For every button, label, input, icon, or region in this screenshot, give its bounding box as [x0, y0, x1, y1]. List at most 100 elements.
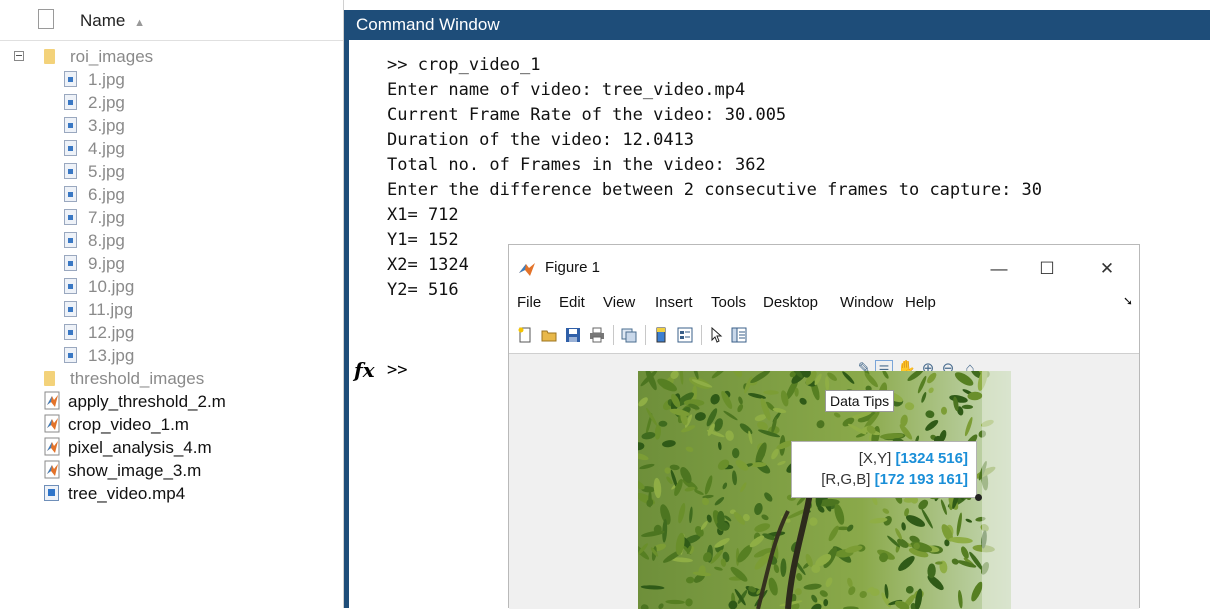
figure-window: Figure 1 — ☐ ✕ File Edit View Insert Too… [508, 244, 1140, 609]
file-row[interactable]: 12.jpg [0, 321, 343, 344]
file-row[interactable]: 2.jpg [0, 91, 343, 114]
image-file-icon [64, 209, 77, 225]
file-name: 2.jpg [88, 93, 125, 112]
menu-window[interactable]: Window [840, 294, 893, 311]
save-icon[interactable] [565, 327, 581, 343]
file-name: show_image_3.m [68, 461, 202, 480]
image-file-icon [64, 163, 77, 179]
file-row[interactable]: 7.jpg [0, 206, 343, 229]
file-name: 8.jpg [88, 231, 125, 250]
folder-row[interactable]: threshold_images [0, 367, 343, 390]
figure-toolbar [509, 317, 1139, 354]
folder-row[interactable]: roi_images [0, 45, 343, 68]
file-name: 7.jpg [88, 208, 125, 227]
figure-menubar: File Edit View Insert Tools Desktop Wind… [509, 291, 1139, 317]
file-row[interactable]: 10.jpg [0, 275, 343, 298]
pointer-icon[interactable] [709, 327, 725, 343]
command-output-line: Duration of the video: 12.0413 [387, 130, 695, 150]
file-row[interactable]: 6.jpg [0, 183, 343, 206]
figure-title: Figure 1 [545, 259, 601, 276]
menu-insert[interactable]: Insert [655, 294, 693, 311]
maximize-button[interactable]: ☐ [1027, 257, 1067, 281]
property-inspector-icon[interactable] [731, 327, 747, 343]
menu-file[interactable]: File [517, 294, 541, 311]
command-window-title[interactable]: Command Window [344, 10, 1210, 40]
datatip-marker[interactable] [975, 494, 982, 501]
file-name: 9.jpg [88, 254, 125, 273]
legend-icon[interactable] [677, 327, 693, 343]
datatip-rgb-value: [172 193 161] [874, 471, 968, 488]
image-file-icon [64, 255, 77, 271]
file-row[interactable]: 9.jpg [0, 252, 343, 275]
file-row[interactable]: pixel_analysis_4.m [0, 436, 343, 459]
folder-icon [44, 371, 55, 386]
datatip-box[interactable]: [X,Y] [1324 516] [R,G,B] [172 193 161] [791, 441, 977, 498]
datatip-rgb-row: [R,G,B] [172 193 161] [821, 471, 968, 488]
name-column-label: Name [80, 11, 126, 30]
file-row[interactable]: 1.jpg [0, 68, 343, 91]
file-name: apply_threshold_2.m [68, 392, 226, 411]
menu-help[interactable]: Help [905, 294, 936, 311]
file-name: 1.jpg [88, 70, 125, 89]
file-row[interactable]: 3.jpg [0, 114, 343, 137]
file-name: threshold_images [70, 369, 205, 388]
command-output-line: Enter name of video: tree_video.mp4 [387, 80, 746, 100]
file-row[interactable]: 8.jpg [0, 229, 343, 252]
file-name: 12.jpg [88, 323, 135, 342]
function-browser-icon[interactable]: fx [354, 358, 375, 382]
file-row[interactable]: 4.jpg [0, 137, 343, 160]
menu-tools[interactable]: Tools [711, 294, 746, 311]
image-file-icon [64, 186, 77, 202]
close-button[interactable]: ✕ [1087, 257, 1127, 281]
data-tips-tooltip: Data Tips [825, 390, 895, 412]
file-name: 3.jpg [88, 116, 125, 135]
command-output-line: >> crop_video_1 [387, 55, 541, 75]
file-row[interactable]: 11.jpg [0, 298, 343, 321]
command-window-edge [344, 40, 349, 608]
toolbar-separator [645, 325, 646, 345]
file-row[interactable]: 5.jpg [0, 160, 343, 183]
figure-titlebar[interactable]: Figure 1 — ☐ ✕ [509, 245, 1139, 291]
image-file-icon [64, 301, 77, 317]
toolbar-separator [701, 325, 702, 345]
folder-icon [44, 49, 55, 64]
file-name: 6.jpg [88, 185, 125, 204]
image-file-icon [64, 232, 77, 248]
file-name: 5.jpg [88, 162, 125, 181]
file-row[interactable]: 13.jpg [0, 344, 343, 367]
matlab-script-icon [44, 437, 60, 456]
menu-dock-arrow-icon[interactable]: ➘ [1123, 294, 1133, 308]
image-file-icon [64, 117, 77, 133]
minimize-button[interactable]: — [979, 257, 1019, 281]
column-header[interactable]: Name ▲ [0, 0, 343, 41]
link-plot-icon[interactable] [621, 327, 637, 343]
matlab-icon [519, 263, 535, 276]
command-output-line: Current Frame Rate of the video: 30.005 [387, 105, 787, 125]
datatip-xy-row: [X,Y] [1324 516] [859, 450, 968, 467]
figure-canvas: ✎ ☰ ✋ ⊕ ⊖ ⌂ Data Tips [X,Y] [1324 516] [… [509, 354, 1139, 609]
datatip-xy-value: [1324 516] [895, 450, 968, 467]
datatip-xy-label: [X,Y] [858, 450, 892, 467]
print-icon[interactable] [589, 327, 605, 343]
video-file-icon [44, 485, 59, 501]
matlab-script-icon [44, 460, 60, 479]
file-row[interactable]: crop_video_1.m [0, 413, 343, 436]
new-file-icon[interactable] [517, 327, 533, 343]
file-row[interactable]: tree_video.mp4 [0, 482, 343, 505]
open-folder-icon[interactable] [541, 327, 557, 343]
file-name: 10.jpg [88, 277, 135, 296]
file-name: 4.jpg [88, 139, 125, 158]
menu-desktop[interactable]: Desktop [763, 294, 818, 311]
menu-view[interactable]: View [603, 294, 635, 311]
menu-edit[interactable]: Edit [559, 294, 585, 311]
command-output-line: X1= 712 [387, 205, 459, 225]
image-file-icon [64, 140, 77, 156]
colorbar-icon[interactable] [653, 327, 669, 343]
datatip-rgb-label: [R,G,B] [821, 471, 871, 488]
command-output-line: Enter the difference between 2 consecuti… [387, 180, 1043, 200]
file-row[interactable]: show_image_3.m [0, 459, 343, 482]
file-row[interactable]: apply_threshold_2.m [0, 390, 343, 413]
image-file-icon [64, 347, 77, 363]
name-column-header[interactable]: Name ▲ [80, 11, 145, 31]
collapse-icon[interactable] [14, 51, 24, 61]
